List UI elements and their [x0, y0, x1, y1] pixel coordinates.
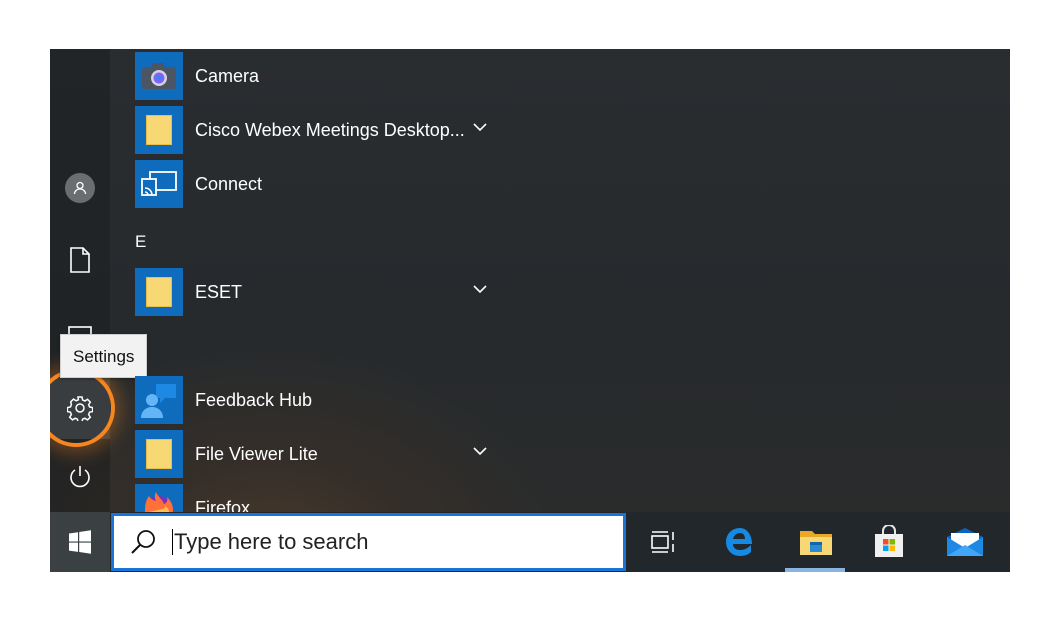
- taskbar-search-box[interactable]: [111, 513, 626, 571]
- mail-icon: [947, 528, 983, 556]
- app-item-eset[interactable]: ESET: [135, 268, 505, 316]
- search-icon: [128, 527, 158, 557]
- folder-icon: [146, 115, 172, 145]
- camera-icon: [142, 63, 176, 89]
- feedback-icon: [141, 384, 176, 418]
- app-item-file-viewer-lite[interactable]: File Viewer Lite: [135, 430, 505, 478]
- user-icon: [65, 173, 95, 203]
- app-item-cisco-webex[interactable]: Cisco Webex Meetings Desktop...: [135, 106, 505, 154]
- file-explorer-button[interactable]: [785, 512, 847, 572]
- app-label: Camera: [195, 65, 260, 86]
- document-icon: [70, 247, 90, 273]
- app-list[interactable]: Camera Cisco Webex Meetings Desktop... C…: [135, 49, 505, 512]
- chevron-down-icon[interactable]: [473, 122, 487, 132]
- task-view-icon: [651, 531, 674, 553]
- chevron-down-icon[interactable]: [473, 284, 487, 294]
- app-label: ESET: [195, 281, 243, 302]
- text-caret: [172, 529, 173, 555]
- task-view-button[interactable]: [632, 512, 694, 572]
- file-explorer-active-indicator: [785, 568, 845, 572]
- rail-power-button[interactable]: [50, 452, 110, 502]
- connect-icon: [141, 171, 177, 196]
- app-label: File Viewer Lite: [195, 443, 318, 464]
- app-item-firefox[interactable]: Firefox: [135, 484, 505, 512]
- connect-tile: [135, 160, 183, 208]
- eset-tile: [135, 268, 183, 316]
- edge-icon: [726, 528, 752, 556]
- file-explorer-icon: [800, 531, 832, 555]
- search-input[interactable]: [174, 529, 594, 555]
- start-menu-window: Settings Camera Cisco Webex Meetings Des…: [50, 49, 1010, 572]
- app-item-feedback-hub[interactable]: Feedback Hub: [135, 376, 505, 424]
- camera-tile: [135, 52, 183, 100]
- folder-icon: [146, 439, 172, 469]
- windows-logo-icon: [69, 530, 91, 554]
- rail-documents-button[interactable]: [50, 235, 110, 285]
- folder-icon: [146, 277, 172, 307]
- taskbar: [50, 512, 1010, 572]
- power-icon: [70, 466, 90, 488]
- mail-button[interactable]: [934, 512, 996, 572]
- app-label: Cisco Webex Meetings Desktop...: [195, 119, 465, 140]
- app-item-camera[interactable]: Camera: [135, 52, 505, 100]
- firefox-tile: [135, 484, 183, 512]
- app-label: Connect: [195, 173, 263, 194]
- chevron-down-icon[interactable]: [473, 446, 487, 456]
- app-item-connect[interactable]: Connect: [135, 160, 505, 208]
- app-label: Firefox: [195, 497, 251, 513]
- store-icon: [875, 525, 903, 557]
- store-button[interactable]: [858, 512, 920, 572]
- edge-button[interactable]: [709, 512, 771, 572]
- section-letter-e[interactable]: E: [135, 232, 146, 252]
- rail-user-button[interactable]: [50, 163, 110, 213]
- start-button[interactable]: [50, 512, 110, 572]
- cisco-webex-tile: [135, 106, 183, 154]
- firefox-icon: [145, 492, 173, 512]
- file-viewer-lite-tile: [135, 430, 183, 478]
- app-label: Feedback Hub: [195, 389, 313, 410]
- feedback-hub-tile: [135, 376, 183, 424]
